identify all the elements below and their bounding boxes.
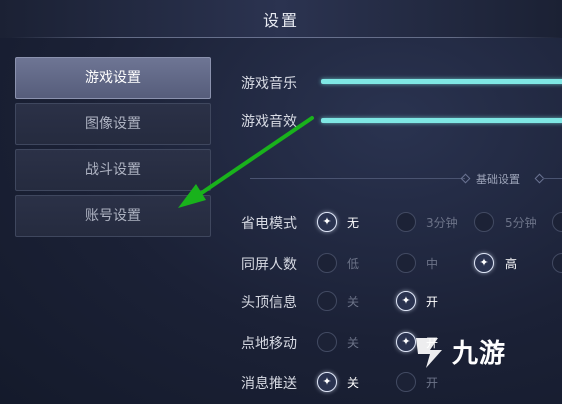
arrow-shaft (198, 116, 314, 196)
watermark-text: 九游 (452, 339, 507, 369)
arrow-head (178, 184, 206, 208)
